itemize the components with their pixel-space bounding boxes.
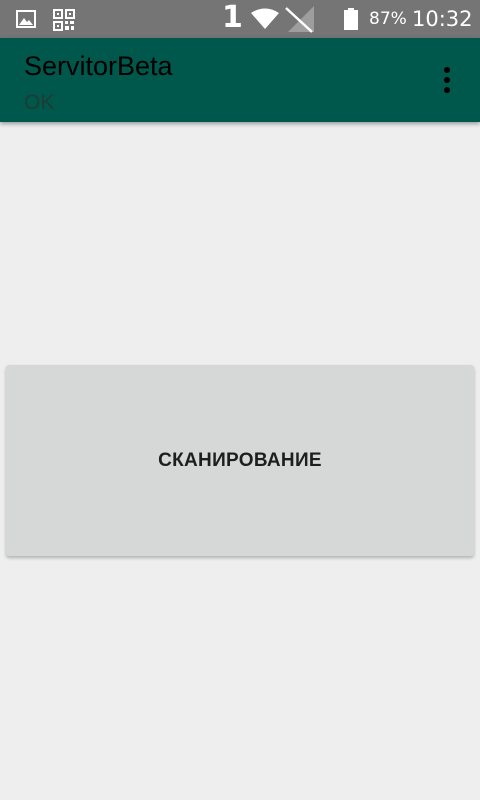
- battery-icon: [344, 8, 358, 30]
- clock: 10:32: [412, 7, 473, 31]
- more-vert-icon-dot: [444, 77, 450, 83]
- qr-code-icon: [53, 9, 75, 31]
- scan-button[interactable]: СКАНИРОВАНИЕ: [6, 365, 474, 556]
- app-title: ServitorBeta: [24, 51, 173, 81]
- status-bar: 1 87% 10:32: [0, 0, 480, 38]
- no-signal-icon: [285, 6, 314, 33]
- overflow-menu-button[interactable]: [430, 60, 464, 100]
- app-bar: ServitorBeta OK: [0, 38, 480, 122]
- gallery-icon: [16, 10, 36, 28]
- more-vert-icon: [444, 67, 450, 73]
- wifi-icon: [251, 8, 279, 29]
- app-subtitle: OK: [24, 91, 55, 114]
- battery-percent: 87%: [369, 9, 407, 29]
- sim-1-icon: 1: [222, 0, 243, 35]
- more-vert-icon-dot: [444, 87, 450, 93]
- scan-button-label: СКАНИРОВАНИЕ: [158, 449, 322, 471]
